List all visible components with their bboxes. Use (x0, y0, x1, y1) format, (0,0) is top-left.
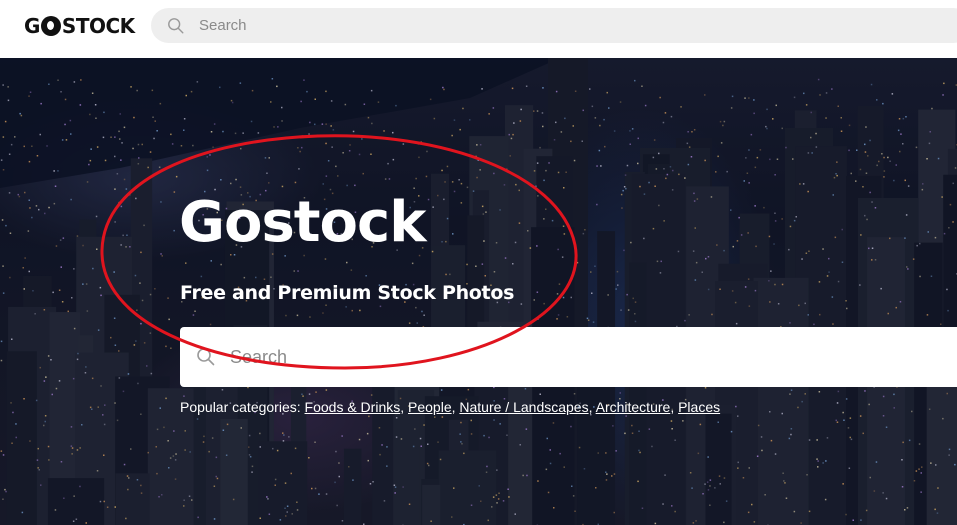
top-header: G STOCK (0, 0, 957, 58)
hero-search-input[interactable] (230, 346, 830, 368)
popular-categories-label: Popular categories: (180, 399, 301, 415)
hero-search-bar[interactable] (180, 327, 957, 387)
search-icon (168, 17, 184, 33)
category-link-people[interactable]: People (408, 399, 452, 415)
header-search-bar[interactable] (151, 8, 957, 43)
logo-o-icon (40, 16, 61, 36)
category-link-nature-landscapes[interactable]: Nature / Landscapes (459, 399, 588, 415)
popular-categories: Popular categories: Foods & Drinks, Peop… (180, 399, 721, 415)
header-search-input[interactable] (199, 17, 899, 34)
gostock-logo[interactable]: G STOCK (24, 12, 135, 40)
category-link-architecture[interactable]: Architecture (596, 399, 671, 415)
hero-subtitle: Free and Premium Stock Photos (180, 282, 515, 304)
category-link-places[interactable]: Places (678, 399, 720, 415)
category-link-foods-drinks[interactable]: Foods & Drinks (305, 399, 401, 415)
hero-title: Gostock (179, 190, 426, 255)
logo-text-right: STOCK (61, 14, 135, 38)
hero-section: Gostock Free and Premium Stock Photos Po… (0, 58, 957, 525)
search-icon (197, 348, 215, 366)
logo-text-left: G (24, 14, 40, 38)
